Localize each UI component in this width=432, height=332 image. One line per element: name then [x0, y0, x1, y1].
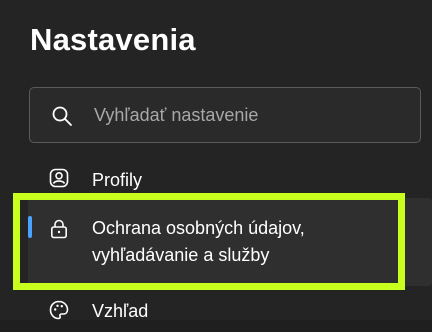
- sidebar-item-appearance[interactable]: Vzhľad: [28, 292, 432, 332]
- palette-icon: [48, 299, 70, 321]
- page-title: Nastavenia: [30, 22, 196, 57]
- sidebar-item-privacy[interactable]: Ochrana osobných údajov, vyhľadávanie a …: [28, 198, 432, 286]
- sidebar-item-label: Ochrana osobných údajov, vyhľadávanie a …: [92, 218, 305, 265]
- lock-icon: [48, 218, 70, 240]
- profile-icon: [48, 167, 70, 189]
- sidebar-item-label: Vzhľad: [92, 301, 149, 321]
- search-input[interactable]: [94, 88, 414, 142]
- sidebar-item-profiles[interactable]: Profily: [28, 160, 432, 200]
- selected-indicator: [28, 216, 32, 238]
- search-box[interactable]: [29, 87, 421, 143]
- settings-panel: Nastavenia Profily O: [0, 0, 432, 321]
- sidebar-item-label: Profily: [92, 170, 143, 190]
- search-icon: [51, 105, 73, 127]
